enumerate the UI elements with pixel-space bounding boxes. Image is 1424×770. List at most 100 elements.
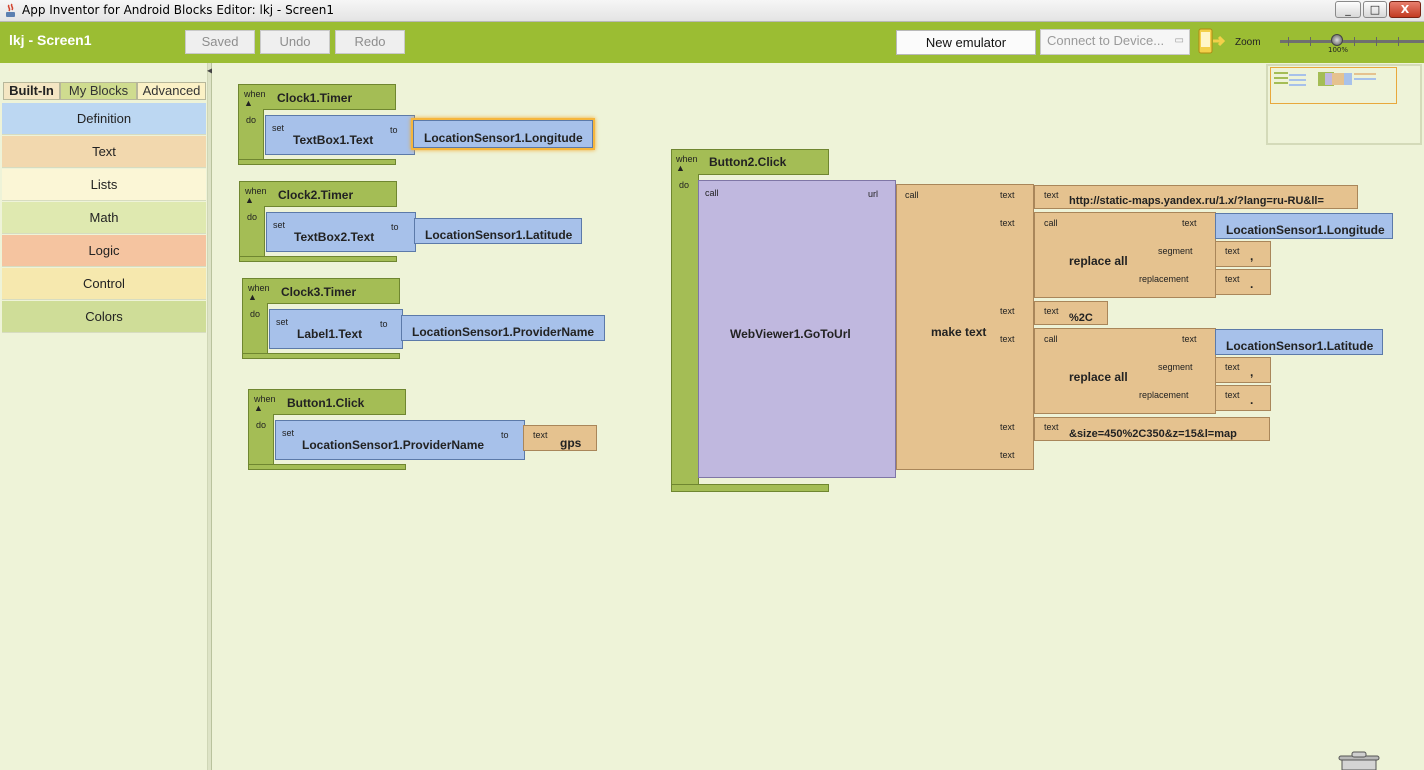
drawer-control[interactable]: Control bbox=[2, 268, 206, 300]
event-name: Clock3.Timer bbox=[281, 285, 357, 299]
replacement-label: replacement bbox=[1139, 274, 1189, 284]
collapse-triangle-icon[interactable]: ▲ bbox=[244, 98, 253, 108]
saved-button[interactable]: Saved bbox=[185, 30, 255, 54]
url-label: url bbox=[868, 189, 879, 199]
text-block-size[interactable]: text &size=450%2C350&z=15&l=map bbox=[1034, 417, 1270, 441]
connect-to-device-dropdown[interactable]: Connect to Device... ▭ bbox=[1040, 29, 1190, 55]
text-socket-label: text bbox=[1000, 218, 1015, 228]
setter-block-providername[interactable]: set LocationSensor1.ProviderName to bbox=[275, 420, 525, 460]
text-value: , bbox=[1250, 365, 1254, 379]
close-button[interactable]: X bbox=[1389, 1, 1421, 18]
phone-emulator-icon[interactable] bbox=[1197, 27, 1227, 55]
zoom-tick bbox=[1398, 37, 1399, 46]
setter-name: TextBox1.Text bbox=[293, 133, 374, 147]
drawer-lists[interactable]: Lists bbox=[2, 169, 206, 201]
drawer-logic[interactable]: Logic bbox=[2, 235, 206, 267]
event-body: do bbox=[242, 303, 268, 359]
set-label: set bbox=[276, 317, 289, 327]
call-label: call bbox=[905, 190, 919, 200]
tab-advanced[interactable]: Advanced bbox=[137, 82, 206, 100]
minimap-viewport[interactable] bbox=[1270, 67, 1397, 104]
event-block-button1-click[interactable]: when ▲ Button1.Click bbox=[248, 389, 406, 415]
getter-block-providername[interactable]: LocationSensor1.ProviderName bbox=[401, 315, 605, 341]
zoom-slider-track[interactable] bbox=[1280, 40, 1424, 43]
getter-block-latitude[interactable]: LocationSensor1.Latitude bbox=[414, 218, 582, 244]
toolbar: lkj - Screen1 Saved Undo Redo New emulat… bbox=[0, 22, 1424, 63]
collapse-triangle-icon[interactable]: ▲ bbox=[254, 403, 263, 413]
minimize-button[interactable]: _ bbox=[1335, 1, 1361, 18]
getter-block-latitude[interactable]: LocationSensor1.Latitude bbox=[1215, 329, 1383, 355]
undo-button[interactable]: Undo bbox=[260, 30, 330, 54]
event-footer bbox=[671, 484, 829, 492]
text-value: , bbox=[1250, 249, 1254, 263]
text-block-comma[interactable]: text , bbox=[1215, 357, 1271, 383]
setter-name: LocationSensor1.ProviderName bbox=[302, 438, 485, 452]
to-label: to bbox=[380, 319, 388, 329]
tab-my-blocks[interactable]: My Blocks bbox=[60, 82, 137, 100]
drawer-text[interactable]: Text bbox=[2, 136, 206, 168]
text-block-dot[interactable]: text . bbox=[1215, 385, 1271, 411]
call-label: call bbox=[1044, 334, 1058, 344]
zoom-label: Zoom bbox=[1235, 37, 1261, 48]
text-socket-label: text bbox=[1000, 306, 1015, 316]
window-titlebar: App Inventor for Android Blocks Editor: … bbox=[0, 0, 1424, 22]
setter-block-textbox2-text[interactable]: set TextBox2.Text to bbox=[266, 212, 416, 252]
text-value: &size=450%2C350&z=15&l=map bbox=[1069, 428, 1237, 440]
text-block-comma[interactable]: text , bbox=[1215, 241, 1271, 267]
event-block-clock2-timer[interactable]: when ▲ Clock2.Timer bbox=[239, 181, 397, 207]
event-name: Button2.Click bbox=[709, 155, 787, 169]
replacement-label: replacement bbox=[1139, 390, 1189, 400]
trash-can-icon[interactable] bbox=[1336, 750, 1382, 770]
connect-placeholder: Connect to Device... bbox=[1047, 33, 1165, 48]
text-socket-label: text bbox=[1000, 422, 1015, 432]
do-label: do bbox=[247, 212, 258, 222]
zoom-tick bbox=[1376, 37, 1377, 46]
do-label: do bbox=[250, 309, 261, 319]
event-footer bbox=[238, 159, 396, 165]
redo-button[interactable]: Redo bbox=[335, 30, 405, 54]
segment-label: segment bbox=[1158, 246, 1193, 256]
getter-block-longitude[interactable]: LocationSensor1.Longitude bbox=[413, 120, 593, 148]
text-block-gps[interactable]: text gps bbox=[523, 425, 597, 451]
call-label: call bbox=[1044, 218, 1058, 228]
setter-block-textbox1-text[interactable]: set TextBox1.Text to bbox=[265, 115, 415, 155]
replace-all-label: replace all bbox=[1069, 370, 1128, 384]
blocks-palette: Built-In My Blocks Advanced Definition T… bbox=[0, 63, 208, 770]
event-footer bbox=[248, 464, 406, 470]
getter-block-longitude[interactable]: LocationSensor1.Longitude bbox=[1215, 213, 1393, 239]
text-block-sep[interactable]: text %2C bbox=[1034, 301, 1108, 325]
collapse-triangle-icon[interactable]: ▲ bbox=[245, 195, 254, 205]
dropdown-arrow-icon: ▭ bbox=[1174, 35, 1184, 46]
event-block-clock1-timer[interactable]: when ▲ Clock1.Timer bbox=[238, 84, 396, 110]
event-name: Button1.Click bbox=[287, 396, 365, 410]
drawer-math[interactable]: Math bbox=[2, 202, 206, 234]
text-block-url[interactable]: text http://static-maps.yandex.ru/1.x/?l… bbox=[1034, 185, 1358, 209]
event-block-clock3-timer[interactable]: when ▲ Clock3.Timer bbox=[242, 278, 400, 304]
tab-built-in[interactable]: Built-In bbox=[3, 82, 60, 100]
setter-block-label1-text[interactable]: set Label1.Text to bbox=[269, 309, 403, 349]
maximize-button[interactable]: □ bbox=[1363, 1, 1387, 18]
palette-tabs: Built-In My Blocks Advanced bbox=[3, 82, 206, 100]
text-socket-label: text bbox=[1000, 334, 1015, 344]
new-emulator-button[interactable]: New emulator bbox=[896, 30, 1036, 55]
collapse-triangle-icon[interactable]: ▲ bbox=[248, 292, 257, 302]
zoom-tick bbox=[1288, 37, 1289, 46]
event-block-button2-click[interactable]: when ▲ Button2.Click bbox=[671, 149, 829, 175]
text-value: %2C bbox=[1069, 312, 1093, 324]
window-title: App Inventor for Android Blocks Editor: … bbox=[22, 3, 334, 17]
getter-name: LocationSensor1.Latitude bbox=[1226, 339, 1374, 353]
to-label: to bbox=[391, 222, 399, 232]
method-block-webviewer1-gotourl[interactable]: call WebViewer1.GoToUrl url bbox=[698, 180, 896, 478]
collapse-triangle-icon[interactable]: ▲ bbox=[676, 163, 685, 173]
replace-all-block-longitude[interactable]: call replace all text segment replacemen… bbox=[1034, 212, 1216, 298]
drawer-definition[interactable]: Definition bbox=[2, 103, 206, 135]
zoom-slider-knob[interactable] bbox=[1331, 34, 1343, 46]
text-block-dot[interactable]: text . bbox=[1215, 269, 1271, 295]
make-text-block[interactable]: call make text text text text text text … bbox=[896, 184, 1034, 470]
replace-all-block-latitude[interactable]: call replace all text segment replacemen… bbox=[1034, 328, 1216, 414]
text-label: text bbox=[533, 430, 548, 440]
text-label: text bbox=[1225, 274, 1240, 284]
segment-label: segment bbox=[1158, 362, 1193, 372]
text-socket-label: text bbox=[1182, 334, 1197, 344]
drawer-colors[interactable]: Colors bbox=[2, 301, 206, 333]
